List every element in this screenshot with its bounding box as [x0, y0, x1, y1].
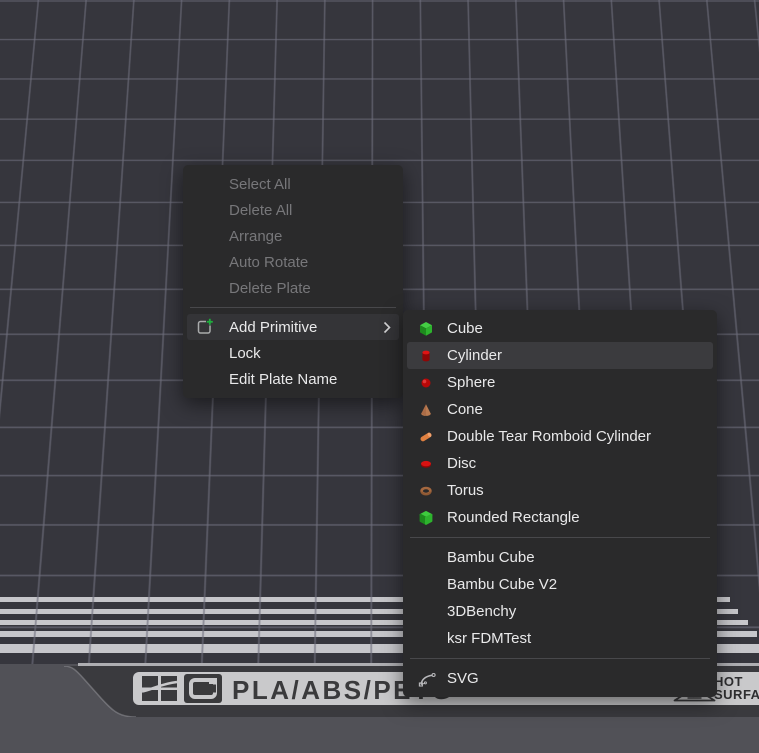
menu-item-ksr-fdmtest[interactable]: ksr FDMTest [407, 625, 713, 652]
menu-item-label: 3DBenchy [447, 603, 516, 620]
add-primitive-icon [196, 318, 229, 336]
menu-item-delete-all: Delete All [187, 197, 399, 223]
menu-item-label: Double Tear Romboid Cylinder [447, 428, 651, 445]
menu-item-label: Torus [447, 482, 484, 499]
menu-item-bambu-cube-v2[interactable]: Bambu Cube V2 [407, 571, 713, 598]
menu-item-label: Auto Rotate [229, 254, 308, 271]
menu-item-arrange: Arrange [187, 223, 399, 249]
menu-item-label: Lock [229, 345, 261, 362]
menu-item-label: Arrange [229, 228, 282, 245]
menu-item-bambu-cube[interactable]: Bambu Cube [407, 544, 713, 571]
menu-item-label: SVG [447, 670, 479, 687]
menu-separator [410, 658, 710, 659]
menu-item-torus[interactable]: Torus [407, 477, 713, 504]
menu-item-label: Edit Plate Name [229, 371, 337, 388]
menu-item-label: Add Primitive [229, 319, 317, 336]
disc-icon [416, 456, 447, 472]
menu-separator [410, 537, 710, 538]
menu-item-svg[interactable]: SVG [407, 665, 713, 692]
hot-surface-line2: SURFACE [714, 688, 759, 701]
menu-item-label: Cone [447, 401, 483, 418]
menu-item-edit-plate-name[interactable]: Edit Plate Name [187, 366, 399, 392]
menu-item-select-all: Select All [187, 171, 399, 197]
menu-item-label: Delete Plate [229, 280, 311, 297]
menu-item-label: Rounded Rectangle [447, 509, 580, 526]
menu-separator [190, 307, 396, 308]
sphere-icon [416, 375, 447, 391]
menu-item-rounded-rectangle[interactable]: Rounded Rectangle [407, 504, 713, 531]
cone-icon [416, 402, 447, 418]
hot-surface-warning-text: HOT SURFACE [714, 675, 759, 701]
menu-item-label: Bambu Cube [447, 549, 535, 566]
menu-item-lock[interactable]: Lock [187, 340, 399, 366]
cube-icon [416, 321, 447, 337]
slicer-3d-viewport[interactable]: PLA/ABS/PETG HOT SURFACE Select AllDelet… [0, 0, 759, 753]
cylinder-icon [416, 348, 447, 364]
menu-item-label: Cylinder [447, 347, 502, 364]
menu-item-auto-rotate: Auto Rotate [187, 249, 399, 275]
svg-icon [416, 670, 447, 688]
menu-item-label: ksr FDMTest [447, 630, 531, 647]
menu-item-label: Disc [447, 455, 476, 472]
menu-item-label: Delete All [229, 202, 292, 219]
menu-item-3dbenchy[interactable]: 3DBenchy [407, 598, 713, 625]
menu-item-label: Cube [447, 320, 483, 337]
menu-item-cone[interactable]: Cone [407, 396, 713, 423]
bambu-window-logo-icon [142, 676, 177, 701]
menu-item-add-primitive[interactable]: Add Primitive [187, 314, 399, 340]
chevron-right-icon [383, 321, 391, 334]
torus-icon [416, 483, 447, 499]
printer-series-logo-icon [184, 674, 222, 703]
menu-item-double-tear-romboid-cylinder[interactable]: Double Tear Romboid Cylinder [407, 423, 713, 450]
romboid-cylinder-icon [416, 429, 447, 445]
menu-item-sphere[interactable]: Sphere [407, 369, 713, 396]
menu-item-label: Sphere [447, 374, 495, 391]
menu-item-delete-plate: Delete Plate [187, 275, 399, 301]
menu-item-label: Select All [229, 176, 291, 193]
add-primitive-submenu: Cube Cylinder Sphere Cone Double Tear Romboi… [403, 310, 717, 697]
plate-context-menu: Select All Delete All Arrange Auto Rotate De… [183, 165, 403, 398]
rounded-rectangle-icon [416, 510, 447, 526]
menu-item-label: Bambu Cube V2 [447, 576, 557, 593]
menu-item-disc[interactable]: Disc [407, 450, 713, 477]
menu-item-cylinder[interactable]: Cylinder [407, 342, 713, 369]
menu-item-cube[interactable]: Cube [407, 315, 713, 342]
